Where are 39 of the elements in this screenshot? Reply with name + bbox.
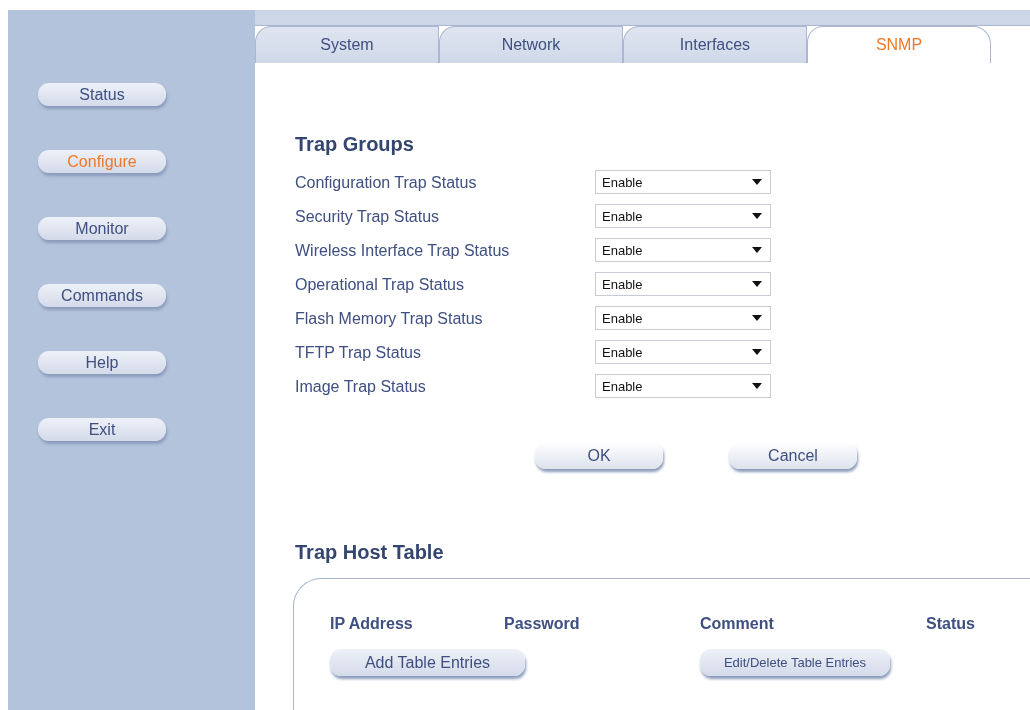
- field-label: Wireless Interface Trap Status: [295, 241, 511, 261]
- field-label: Security Trap Status: [295, 207, 441, 227]
- form-button[interactable]: OK: [535, 442, 663, 469]
- dropdown[interactable]: Enable: [595, 306, 771, 330]
- form-button[interactable]: Cancel: [729, 442, 857, 469]
- add-button[interactable]: Add Table Entries: [330, 649, 525, 676]
- column-header: Status: [926, 615, 976, 633]
- caret-icon: [752, 179, 762, 185]
- field-label: Configuration Trap Status: [295, 173, 478, 193]
- caret-icon: [752, 247, 762, 253]
- column-header: Comment: [700, 615, 775, 633]
- dropdown[interactable]: Enable: [595, 340, 771, 364]
- dropdown[interactable]: Enable: [595, 272, 771, 296]
- caret-icon: [752, 315, 762, 321]
- field-label: Image Trap Status: [295, 377, 427, 397]
- tab[interactable]: Network: [439, 26, 623, 63]
- caret-icon: [752, 349, 762, 355]
- field-label: TFTP Trap Status: [295, 343, 422, 363]
- dropdown[interactable]: Enable: [595, 238, 771, 262]
- tab[interactable]: System: [255, 26, 439, 63]
- section-title: Trap Groups: [295, 133, 415, 156]
- dropdown[interactable]: Enable: [595, 204, 771, 228]
- field-label: Operational Trap Status: [295, 275, 465, 295]
- column-header: IP Address: [330, 615, 414, 633]
- field-label: Flash Memory Trap Status: [295, 309, 484, 329]
- column-header: Password: [504, 615, 581, 633]
- nav-button[interactable]: Commands: [38, 284, 166, 307]
- dropdown[interactable]: Enable: [595, 170, 771, 194]
- tab[interactable]: Interfaces: [623, 26, 807, 63]
- nav-button[interactable]: Status: [38, 83, 166, 106]
- edit-button[interactable]: Edit/Delete Table Entries: [700, 649, 890, 676]
- caret-icon: [752, 383, 762, 389]
- nav-button[interactable]: Help: [38, 351, 166, 374]
- section-title: Trap Host Table: [295, 541, 445, 564]
- dropdown[interactable]: Enable: [595, 374, 771, 398]
- nav-button[interactable]: Monitor: [38, 217, 166, 240]
- caret-icon: [752, 213, 762, 219]
- nav-button[interactable]: Exit: [38, 418, 166, 441]
- caret-icon: [752, 281, 762, 287]
